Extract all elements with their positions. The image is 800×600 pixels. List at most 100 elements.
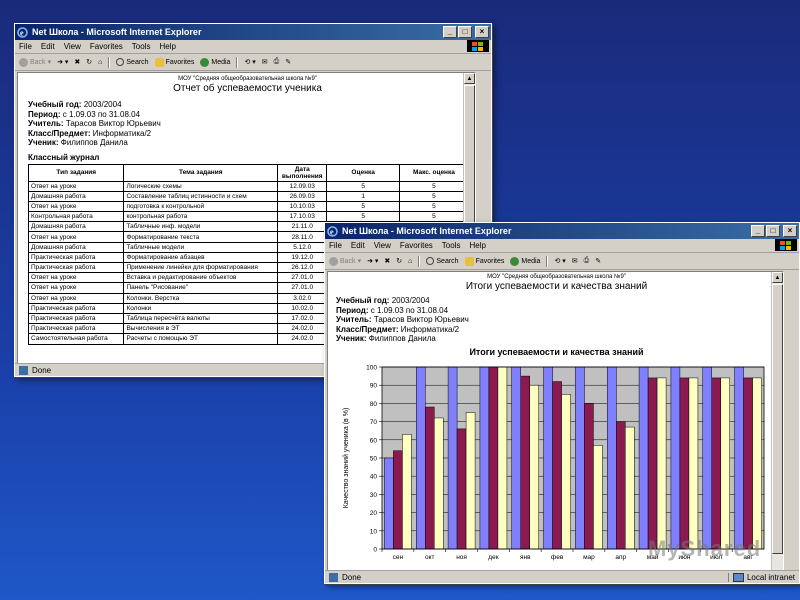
chart-bar bbox=[384, 457, 394, 550]
print-icon[interactable]: ⎙ bbox=[274, 58, 280, 66]
search-icon bbox=[116, 58, 125, 66]
chart-bar bbox=[656, 377, 667, 550]
search-button[interactable]: Search bbox=[426, 257, 459, 265]
table-cell: Ответ на уроке bbox=[27, 180, 125, 192]
year-label: Учебный год: bbox=[336, 296, 390, 305]
toolbar-separator bbox=[236, 56, 239, 68]
history-icon[interactable]: ⟲ ▾ bbox=[554, 257, 565, 265]
table-cell: 28.11.0 bbox=[277, 231, 328, 243]
table-row: Домашняя работа Составление таблиц истинн… bbox=[27, 190, 470, 202]
chart-bar bbox=[456, 428, 467, 550]
search-button[interactable]: Search bbox=[116, 58, 149, 66]
y-tick-label: 40 bbox=[370, 474, 378, 481]
table-cell: Расчеты с помощью ЭТ bbox=[123, 333, 279, 345]
stop-icon[interactable]: ✖ bbox=[74, 58, 80, 66]
column-header[interactable]: Тип задания bbox=[27, 163, 125, 182]
media-button[interactable]: Media bbox=[200, 57, 230, 67]
page-done-icon bbox=[19, 365, 28, 375]
column-header[interactable]: Дата выполнения bbox=[277, 163, 328, 182]
report-info: Учебный год: 2003/2004 Период: с 1.09.03… bbox=[28, 100, 467, 148]
ie-icon: e bbox=[17, 26, 28, 38]
chart-bar bbox=[711, 377, 721, 550]
edit-icon[interactable]: ✎ bbox=[285, 58, 291, 66]
menu-file[interactable]: File bbox=[329, 241, 342, 250]
menu-edit[interactable]: Edit bbox=[351, 241, 365, 250]
table-cell: Практическая работа bbox=[27, 302, 125, 314]
menu-tools[interactable]: Tools bbox=[442, 241, 461, 250]
menu-help[interactable]: Help bbox=[469, 241, 485, 250]
period-value: с 1.09.03 по 31.08.04 bbox=[370, 305, 449, 315]
status-bar: Done Local intranet bbox=[325, 570, 799, 583]
close-button[interactable]: × bbox=[475, 26, 489, 38]
table-cell: 5 bbox=[326, 180, 400, 192]
favorites-button[interactable]: Favorites bbox=[154, 57, 194, 67]
table-cell: 24.02.0 bbox=[277, 333, 328, 345]
menu-help[interactable]: Help bbox=[159, 42, 175, 51]
favorites-button[interactable]: Favorites bbox=[464, 256, 504, 266]
close-button[interactable]: × bbox=[783, 225, 797, 237]
scroll-thumb[interactable] bbox=[464, 85, 475, 235]
table-cell: Составление таблиц истинности и схем bbox=[123, 190, 279, 202]
table-cell: Вычисления в ЭТ bbox=[123, 323, 279, 335]
refresh-icon[interactable]: ↻ bbox=[396, 257, 402, 265]
search-icon bbox=[426, 257, 435, 265]
chart-bar bbox=[543, 366, 553, 550]
table-cell: Практическая работа bbox=[27, 323, 125, 335]
media-icon bbox=[200, 57, 210, 67]
table-cell: Форматирование текста bbox=[123, 231, 279, 243]
class-label: Класс/Предмет: bbox=[336, 324, 399, 334]
chart-title: Итоги успеваемости и качества знаний bbox=[469, 346, 644, 357]
y-tick-label: 70 bbox=[370, 419, 378, 426]
table-cell: 21.11.0 bbox=[277, 221, 328, 233]
menu-favorites[interactable]: Favorites bbox=[90, 42, 123, 51]
home-icon[interactable]: ⌂ bbox=[98, 59, 102, 66]
table-cell: 10.02.0 bbox=[277, 302, 328, 314]
forward-button[interactable]: ➜ ▾ bbox=[57, 58, 68, 66]
menu-file[interactable]: File bbox=[19, 42, 32, 51]
menu-view[interactable]: View bbox=[64, 42, 81, 51]
chart-bar bbox=[529, 384, 539, 550]
scroll-up-icon[interactable]: ▲ bbox=[772, 272, 783, 283]
scroll-up-icon[interactable]: ▲ bbox=[464, 73, 475, 84]
table-cell: Форматирование абзацев bbox=[123, 251, 279, 264]
vertical-scrollbar[interactable]: ▲ bbox=[771, 272, 783, 570]
mail-icon[interactable]: ✉ bbox=[262, 58, 268, 66]
refresh-icon[interactable]: ↻ bbox=[86, 58, 92, 66]
media-button[interactable]: Media bbox=[510, 256, 540, 266]
forward-button[interactable]: ➜ ▾ bbox=[367, 257, 378, 265]
teacher-value: Тарасов Виктор Юрьевич bbox=[373, 315, 469, 324]
menu-view[interactable]: View bbox=[374, 241, 391, 250]
window-title-bar[interactable]: e Net Школа - Microsoft Internet Explore… bbox=[15, 24, 491, 40]
home-icon[interactable]: ⌂ bbox=[408, 258, 412, 265]
x-tick-label: ноя bbox=[456, 554, 467, 561]
maximize-button[interactable]: □ bbox=[766, 225, 780, 237]
column-header[interactable]: Макс. оценка bbox=[398, 163, 470, 182]
chart-bar bbox=[465, 412, 476, 550]
back-button[interactable]: Back ▾ bbox=[19, 57, 51, 67]
search-label: Search bbox=[436, 257, 459, 265]
stop-icon[interactable]: ✖ bbox=[384, 257, 390, 265]
window-title-bar[interactable]: e Net Школа - Microsoft Internet Explore… bbox=[325, 223, 799, 239]
x-tick-label: апр bbox=[615, 554, 626, 561]
search-label: Search bbox=[126, 58, 149, 66]
column-header[interactable]: Тема задания bbox=[123, 163, 279, 182]
chart-bar bbox=[575, 366, 585, 550]
history-icon[interactable]: ⟲ ▾ bbox=[244, 58, 255, 66]
menu-edit[interactable]: Edit bbox=[41, 42, 55, 51]
table-cell: контрольная работа bbox=[123, 211, 279, 223]
chart-bar bbox=[434, 417, 444, 550]
maximize-button[interactable]: □ bbox=[458, 26, 472, 38]
menu-favorites[interactable]: Favorites bbox=[400, 241, 433, 250]
table-row: Ответ на уроке подготовка к контрольной 10… bbox=[27, 200, 470, 213]
menu-tools[interactable]: Tools bbox=[132, 42, 151, 51]
back-button[interactable]: Back ▾ bbox=[329, 256, 361, 266]
minimize-button[interactable]: _ bbox=[443, 26, 457, 38]
scroll-thumb[interactable] bbox=[772, 284, 783, 554]
edit-icon[interactable]: ✎ bbox=[595, 257, 601, 265]
x-tick-label: дек bbox=[488, 554, 498, 561]
print-icon[interactable]: ⎙ bbox=[584, 257, 590, 265]
mail-icon[interactable]: ✉ bbox=[572, 257, 578, 265]
chart-bar bbox=[743, 377, 753, 550]
column-header[interactable]: Оценка bbox=[326, 163, 400, 182]
minimize-button[interactable]: _ bbox=[751, 225, 765, 237]
